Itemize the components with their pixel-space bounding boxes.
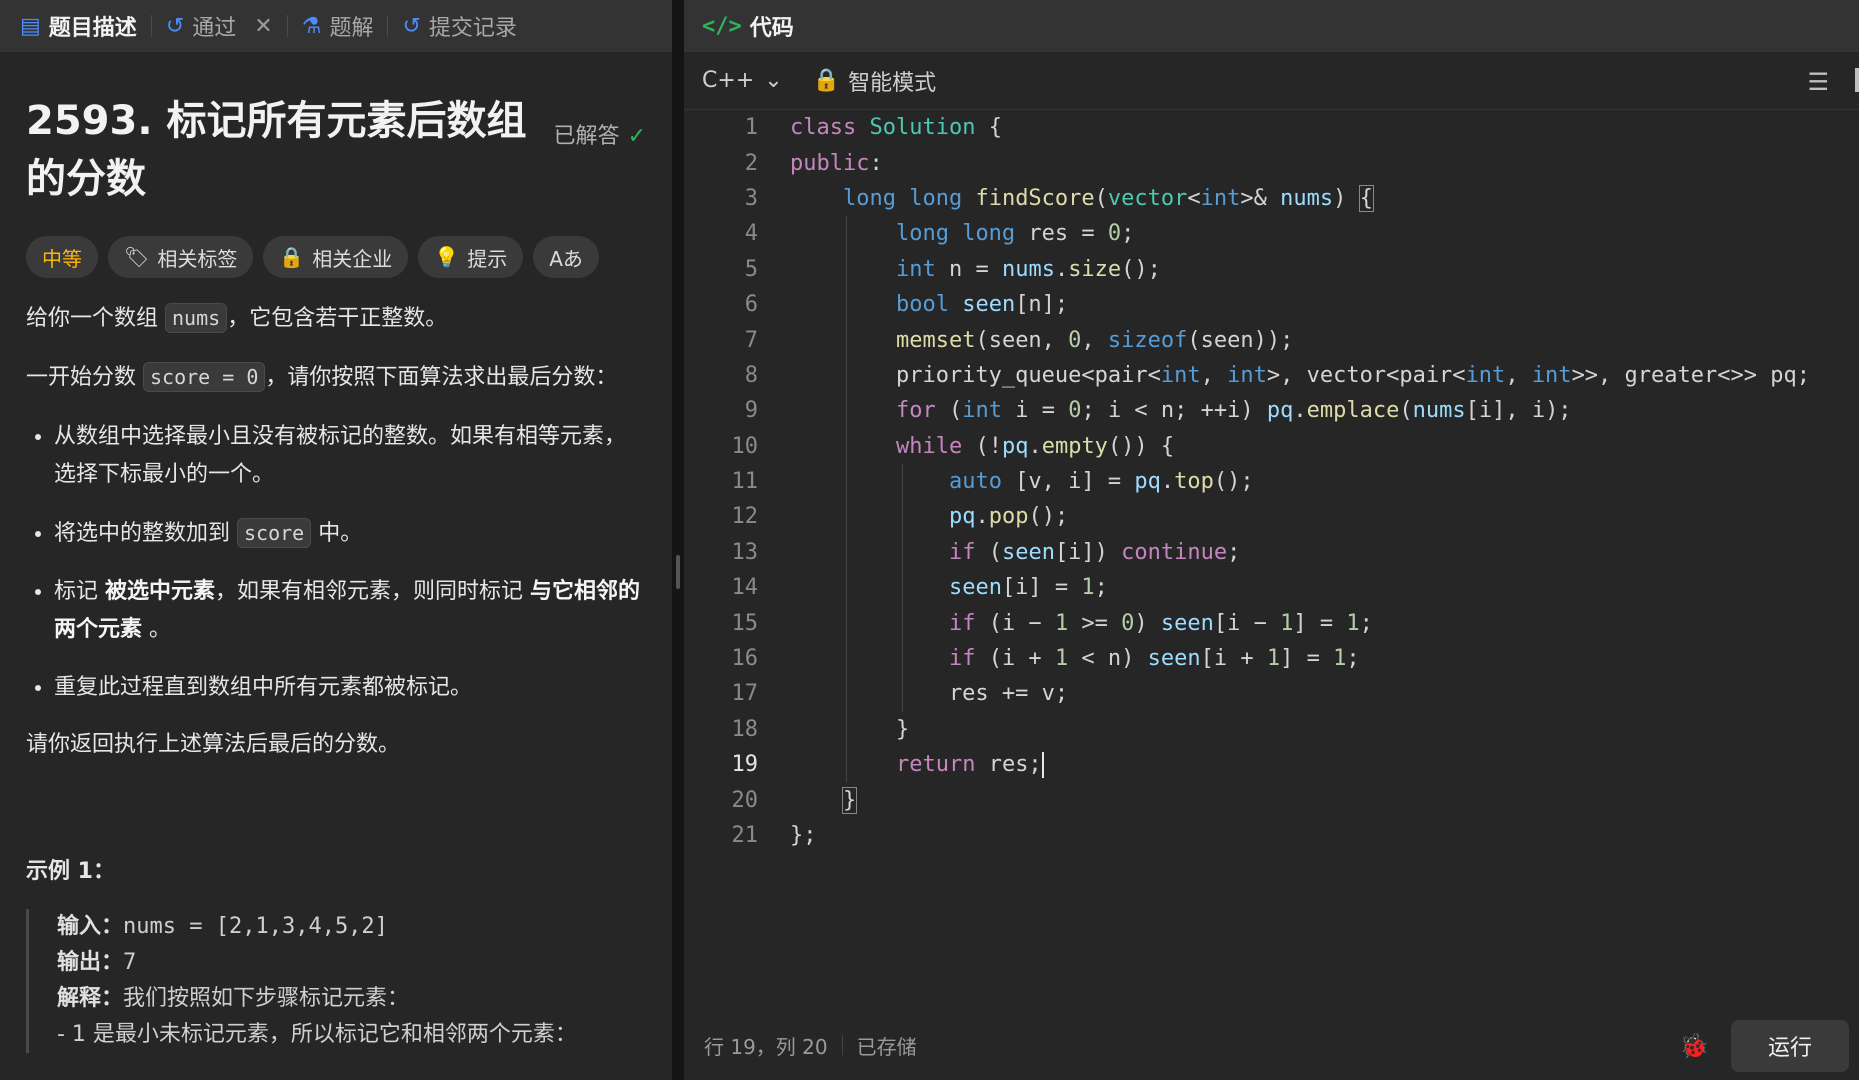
inline-code: score = 0 [143,362,266,392]
title-row: 2593. 标记所有元素后数组的分数 已解答 ✓ [26,92,646,208]
problem-panel: ▤ 题目描述 ↺ 通过 ✕ ⚗ 题解 ↺ 提交记录 2593. 标记所有元素后数… [0,0,672,1080]
chevron-down-icon: ⌄ [764,68,783,93]
code-line: 12 pq.pop(); [684,499,1859,535]
editor-toolbar: C++ ⌄ 🔒 智能模式 ☰ [684,52,1859,110]
tab-accepted[interactable]: ↺ 通过 ✕ [152,0,287,52]
drag-handle[interactable] [676,555,680,589]
code-line: 16 if (i + 1 < n) seen[i + 1] = 1; [684,640,1859,677]
code-line: 6 bool seen[n]; [684,286,1859,323]
flask-icon: ⚗ [301,13,322,39]
code-line: 14 seen[i] = 1; [684,570,1859,606]
translate-chip[interactable]: Aあ [533,236,599,278]
code-line: 10 while (!pq.empty()) { [684,428,1859,464]
language-select[interactable]: C++ ⌄ [702,68,783,93]
code-tab[interactable]: </> 代码 [684,0,1859,52]
description-paragraph: 一开始分数 score = 0 ，请你按照下面算法求出最后分数： [26,359,646,396]
code-line: 5 int n = nums.size(); [684,251,1859,287]
list-item: 将选中的整数加到 score 中。 [54,514,646,553]
tag-chips: 中等 🏷 相关标签 🔒 相关企业 💡 提示 Aあ [26,236,646,278]
history-icon: ↺ [165,13,185,39]
tab-description[interactable]: ▤ 题目描述 [20,0,151,52]
code-line: 9 for (int i = 0; i < n; ++i) pq.emplace… [684,393,1859,429]
inline-code: score [237,518,312,548]
code-line: 20 } [731,786,858,814]
problem-tab-bar: ▤ 题目描述 ↺ 通过 ✕ ⚗ 题解 ↺ 提交记录 [0,0,672,52]
tab-submissions[interactable]: ↺ 提交记录 [388,0,530,52]
list-item: 重复此过程直到数组中所有元素都被标记。 [54,669,646,707]
lock-icon: 🔒 [812,68,841,93]
tab-solutions[interactable]: ⚗ 题解 [288,0,388,52]
code-line: 2 public: [744,150,883,176]
solved-status: 已解答 ✓ [553,124,646,149]
code-line: 17 res += v; [684,676,1859,712]
related-tags-chip[interactable]: 🏷 相关标签 [108,236,254,278]
code-line: 4 long long res = 0; [684,216,1859,252]
difficulty-badge[interactable]: 中等 [26,236,98,278]
code-line: 3 long long findScore(vector<int>& nums)… [744,184,1374,212]
problem-content: 2593. 标记所有元素后数组的分数 已解答 ✓ 中等 🏷 相关标签 🔒 相关企业 💡… [0,92,672,1053]
inline-code: nums [165,303,228,333]
status-divider [841,1035,843,1055]
code-line: 19 return res; [684,747,1859,783]
code-line: 8 priority_queue<pair<int, int>, vector<… [684,357,1859,394]
history-icon: ↺ [402,13,421,39]
editor-statusbar: 行 19，列 20 已存储 🐞 运行 [684,1010,1859,1080]
close-icon[interactable]: ✕ [254,14,272,39]
description-paragraph: 给你一个数组 nums ，它包含若干正整数。 [26,300,646,337]
code-line: 1 class Solution { [744,115,1002,141]
example-title: 示例 1： [26,859,115,884]
code-panel: </> 代码 C++ ⌄ 🔒 智能模式 ☰ 1 class Solution { … [684,0,1859,1080]
expand-icon[interactable] [1855,68,1859,92]
related-companies-chip[interactable]: 🔒 相关企业 [263,236,409,278]
document-icon: ▤ [20,13,41,39]
code-line: 21}; [731,823,817,848]
lightbulb-icon: 💡 [434,245,460,269]
panel-splitter[interactable] [672,0,684,1080]
translate-icon: Aあ [549,246,583,271]
tag-icon: 🏷 [124,245,150,269]
example-block: 输入：nums = [2,1,3,4,5,2] 输出：7 解释：我们按照如下步骤… [26,909,646,1053]
format-icon[interactable]: ☰ [1807,68,1829,96]
page-title: 2593. 标记所有元素后数组的分数 [26,98,527,202]
list-item: 标记 被选中元素，如果有相邻元素，则同时标记 与它相邻的两个元素 。 [54,573,646,649]
code-icon: </> [702,13,742,39]
check-circle-icon: ✓ [627,124,646,149]
code-line: 7 memset(seen, 0, sizeof(seen)); [684,322,1859,358]
rules-list: 从数组中选择最小且没有被标记的整数。如果有相等元素，选择下标最小的一个。 将选中… [26,418,646,707]
hint-chip[interactable]: 💡 提示 [418,236,524,278]
save-status: 已存储 [856,1034,917,1059]
debug-icon[interactable]: 🐞 [1679,1032,1709,1060]
smart-mode-toggle[interactable]: 🔒 智能模式 [813,65,936,97]
code-line: 15 if (i − 1 >= 0) seen[i − 1] = 1; [684,605,1859,641]
run-button[interactable]: 运行 [1731,1020,1849,1072]
cursor-position: 行 19，列 20 [704,1034,828,1059]
text-cursor [1041,751,1044,778]
code-line: 13 if (seen[i]) continue; [684,534,1859,571]
code-line: 18 } [684,711,1859,748]
list-item: 从数组中选择最小且没有被标记的整数。如果有相等元素，选择下标最小的一个。 [54,418,646,494]
code-line: 11 auto [v, i] = pq.top(); [684,463,1859,500]
description-paragraph: 请你返回执行上述算法后最后的分数。 [26,732,401,757]
lock-icon: 🔒 [279,245,305,269]
code-editor[interactable]: 1 class Solution { 2 public: 3 long long f… [684,110,1859,1010]
